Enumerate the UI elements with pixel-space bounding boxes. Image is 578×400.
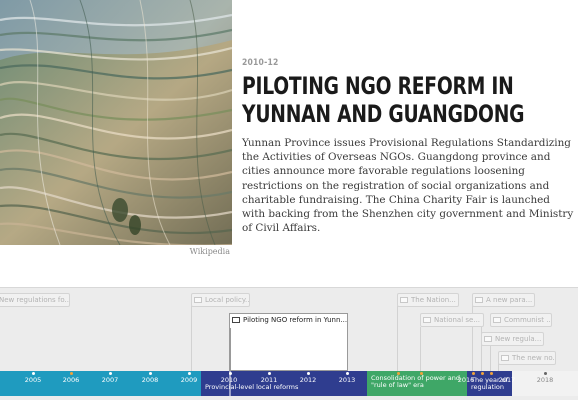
image-icon [493, 317, 501, 323]
image-icon [501, 355, 509, 361]
timeline-cursor [229, 371, 231, 396]
year-label: 2007 [101, 376, 119, 384]
timeline-marker[interactable]: New regula... [481, 332, 544, 346]
year-tick [188, 372, 191, 375]
year-label: 2016 [457, 376, 475, 384]
terraced-rice-fields-photo [0, 0, 232, 245]
timeline-marker[interactable]: New regulations fo... [0, 293, 70, 307]
event-tick [472, 372, 475, 375]
timeline-marker[interactable]: The new no... [498, 351, 556, 365]
event-tick [481, 372, 484, 375]
timeline-marker[interactable]: A new para... [472, 293, 535, 307]
timeline-marker[interactable]: Local policy... [191, 293, 250, 307]
year-label: 2012 [299, 376, 317, 384]
year-tick [544, 372, 547, 375]
image-icon [194, 297, 202, 303]
media-credit[interactable]: Wikipedia [0, 247, 230, 256]
timeline-nav-divider [0, 287, 578, 288]
image-icon [232, 317, 240, 323]
year-label: 2006 [62, 376, 80, 384]
year-label: 2005 [24, 376, 42, 384]
year-label: 2011 [260, 376, 278, 384]
year-tick [149, 372, 152, 375]
marker-stem [420, 327, 421, 371]
slide-headline: Piloting NGO reform in Yunnan and Guangd… [242, 72, 525, 128]
slide-date: 2010-12 [242, 58, 279, 68]
slide-body: Yunnan Province issues Provisional Regul… [242, 137, 574, 235]
year-tick [346, 372, 349, 375]
timeline-marker[interactable]: Communist ... [490, 313, 552, 327]
year-tick [109, 372, 112, 375]
marker-stem [397, 306, 398, 371]
timeline-marker[interactable]: National se... [420, 313, 484, 327]
slide-text: 2010-12 Piloting NGO reform in Yunnan an… [242, 58, 573, 235]
image-icon [484, 336, 492, 342]
era-bar-consolidation[interactable]: Consolidation of power and "rule of law"… [367, 371, 467, 396]
year-label: 2017 [498, 376, 516, 384]
slide-media [0, 0, 232, 245]
year-tick [32, 372, 35, 375]
image-icon [423, 317, 431, 323]
event-tick [70, 372, 73, 375]
event-tick [397, 372, 400, 375]
year-tick [268, 372, 271, 375]
event-tick [420, 372, 423, 375]
active-marker-stem [230, 328, 231, 371]
year-label: 2008 [141, 376, 159, 384]
year-label: 2013 [338, 376, 356, 384]
active-timeline-marker[interactable]: Piloting NGO reform in Yunn... [230, 314, 347, 328]
image-icon [475, 297, 483, 303]
marker-stem [191, 306, 192, 371]
event-tick [490, 372, 493, 375]
image-icon [400, 297, 408, 303]
year-label: 2018 [536, 376, 554, 384]
year-tick [307, 372, 310, 375]
year-label: 2009 [180, 376, 198, 384]
timeline-marker[interactable]: The Nation... [397, 293, 459, 307]
